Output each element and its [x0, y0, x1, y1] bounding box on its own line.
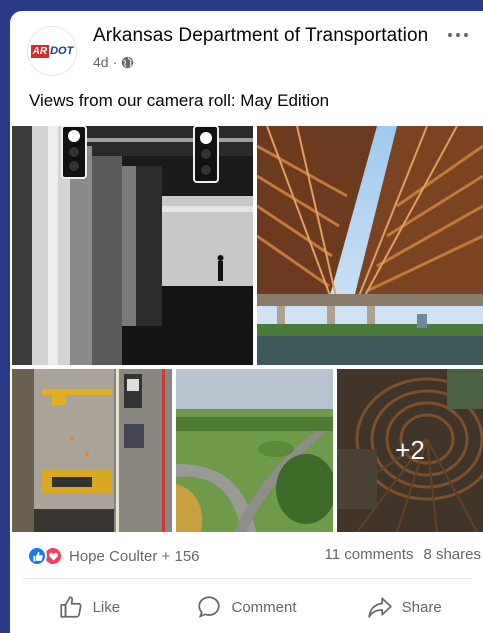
comment-button[interactable]: Comment [168, 589, 326, 625]
comment-bubble-icon [196, 594, 222, 620]
more-options-icon[interactable] [443, 25, 473, 45]
share-arrow-icon [367, 594, 393, 620]
like-reaction-icon [27, 546, 47, 566]
share-count[interactable]: 8 shares [423, 546, 481, 563]
post-meta: 4d · [93, 54, 134, 70]
meta-separator: · [112, 54, 118, 70]
post-timestamp[interactable]: 4d [93, 54, 109, 70]
photo-construction-aerial[interactable] [12, 369, 172, 532]
post-text: Views from our camera roll: May Edition [29, 91, 330, 110]
comment-label: Comment [231, 598, 297, 616]
photo-rebar-cage[interactable]: +2 [337, 369, 483, 532]
photo-underpass[interactable] [12, 126, 253, 365]
extra-photo-count: +2 [395, 435, 425, 465]
dot [448, 33, 452, 37]
reactions-summary[interactable]: Hope Coulter + 156 [27, 546, 200, 566]
photo-highway-aerial[interactable] [176, 369, 333, 532]
logo-dot: DOT [50, 45, 74, 57]
divider [22, 578, 471, 579]
reaction-names[interactable]: Hope Coulter + 156 [69, 548, 200, 565]
more-photos-overlay[interactable]: +2 [337, 369, 483, 532]
thumbs-up-icon [58, 594, 84, 620]
dot [456, 33, 460, 37]
logo-ar: AR [30, 44, 50, 58]
share-label: Share [401, 598, 442, 616]
comment-count[interactable]: 11 comments [325, 546, 414, 563]
dot [464, 33, 468, 37]
page-avatar[interactable]: AR DOT [27, 26, 77, 76]
page-name-link[interactable]: Arkansas Department of Transportation [93, 25, 428, 47]
like-button[interactable]: Like [10, 589, 168, 625]
app-background: AR DOT Arkansas Department of Transportat… [0, 0, 483, 633]
share-button[interactable]: Share [325, 589, 483, 625]
like-label: Like [92, 598, 121, 616]
post-actions: Like Comment Share [10, 589, 483, 625]
post-card: AR DOT Arkansas Department of Transportat… [10, 11, 483, 633]
globe-icon [121, 56, 134, 69]
photo-bridge-underside[interactable] [257, 126, 483, 365]
engagement-counts: 11 comments 8 shares [325, 546, 481, 563]
